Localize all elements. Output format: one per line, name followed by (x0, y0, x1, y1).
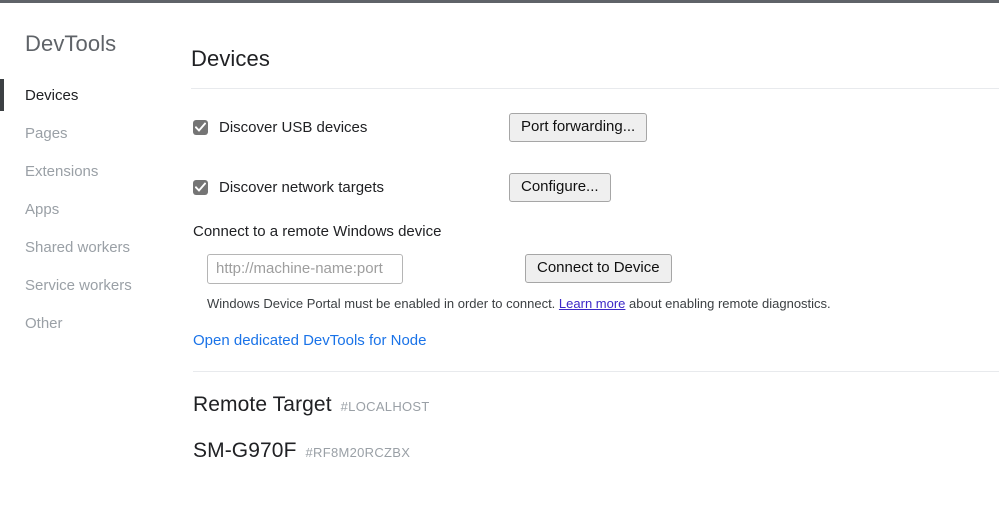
connect-remote-help-text: Windows Device Portal must be enabled in… (193, 296, 999, 311)
configure-button[interactable]: Configure... (509, 173, 611, 203)
connect-help-text-before: Windows Device Portal must be enabled in… (207, 295, 556, 311)
device-target-id: #RF8M20RCZBX (305, 444, 411, 460)
remote-target-section-header: Remote Target #LOCALHOST (193, 393, 999, 417)
sidebar-item-label: Extensions (25, 163, 99, 180)
sidebar-item-label: Apps (25, 201, 60, 218)
checkmark-icon (195, 122, 206, 133)
sidebar: DevTools Devices Pages Extensions Apps S… (0, 3, 191, 522)
remote-target-name: Remote Target (193, 392, 332, 416)
sidebar-item-apps[interactable]: Apps (0, 191, 191, 229)
discover-network-label: Discover network targets (219, 179, 385, 197)
port-forwarding-button[interactable]: Port forwarding... (509, 113, 648, 143)
discover-usb-checkbox-group[interactable]: Discover USB devices (193, 119, 509, 136)
device-target-name: SM-G970F (193, 438, 297, 462)
sidebar-item-service-workers[interactable]: Service workers (0, 267, 191, 305)
sidebar-item-pages[interactable]: Pages (0, 115, 191, 153)
sidebar-nav-list: Devices Pages Extensions Apps Shared wor… (0, 77, 191, 343)
connect-remote-heading: Connect to a remote Windows device (193, 222, 442, 240)
sidebar-title: DevTools (25, 31, 117, 56)
sidebar-item-label: Shared workers (25, 239, 131, 256)
title-divider (191, 87, 999, 89)
remote-address-input[interactable] (207, 253, 403, 284)
sidebar-item-devices[interactable]: Devices (0, 77, 191, 115)
page-title: Devices (191, 45, 270, 71)
sidebar-item-extensions[interactable]: Extensions (0, 153, 191, 191)
sidebar-item-label: Service workers (25, 277, 132, 294)
remote-target-id: #LOCALHOST (340, 398, 430, 414)
sidebar-item-label: Devices (25, 87, 79, 104)
discover-network-row: Discover network targets Configure... (193, 169, 999, 207)
connect-to-device-button[interactable]: Connect to Device (525, 254, 672, 284)
main-content: Devices Discover USB devices Port forwar… (191, 3, 999, 522)
sidebar-item-shared-workers[interactable]: Shared workers (0, 229, 191, 267)
connect-remote-row: Connect to Device (193, 253, 999, 284)
devtools-devices-page: DevTools Devices Pages Extensions Apps S… (0, 3, 999, 522)
sidebar-item-label: Other (25, 315, 63, 332)
checkmark-icon (195, 182, 206, 193)
open-dedicated-devtools-for-node-link[interactable]: Open dedicated DevTools for Node (193, 332, 426, 349)
targets-divider (193, 370, 999, 372)
node-devtools-link-row: Open dedicated DevTools for Node (193, 332, 999, 350)
devices-settings-body: Discover USB devices Port forwarding... … (191, 109, 999, 463)
sidebar-item-other[interactable]: Other (0, 305, 191, 343)
discover-network-checkbox[interactable] (193, 180, 208, 196)
learn-more-link[interactable]: Learn more (559, 296, 625, 311)
connect-help-text-after: about enabling remote diagnostics. (629, 295, 831, 311)
discover-usb-label: Discover USB devices (219, 119, 368, 137)
discover-usb-row: Discover USB devices Port forwarding... (193, 109, 999, 147)
sidebar-item-label: Pages (25, 125, 68, 142)
discover-usb-checkbox[interactable] (193, 120, 208, 136)
device-target-header: SM-G970F #RF8M20RCZBX (193, 439, 999, 463)
discover-network-checkbox-group[interactable]: Discover network targets (193, 179, 509, 196)
